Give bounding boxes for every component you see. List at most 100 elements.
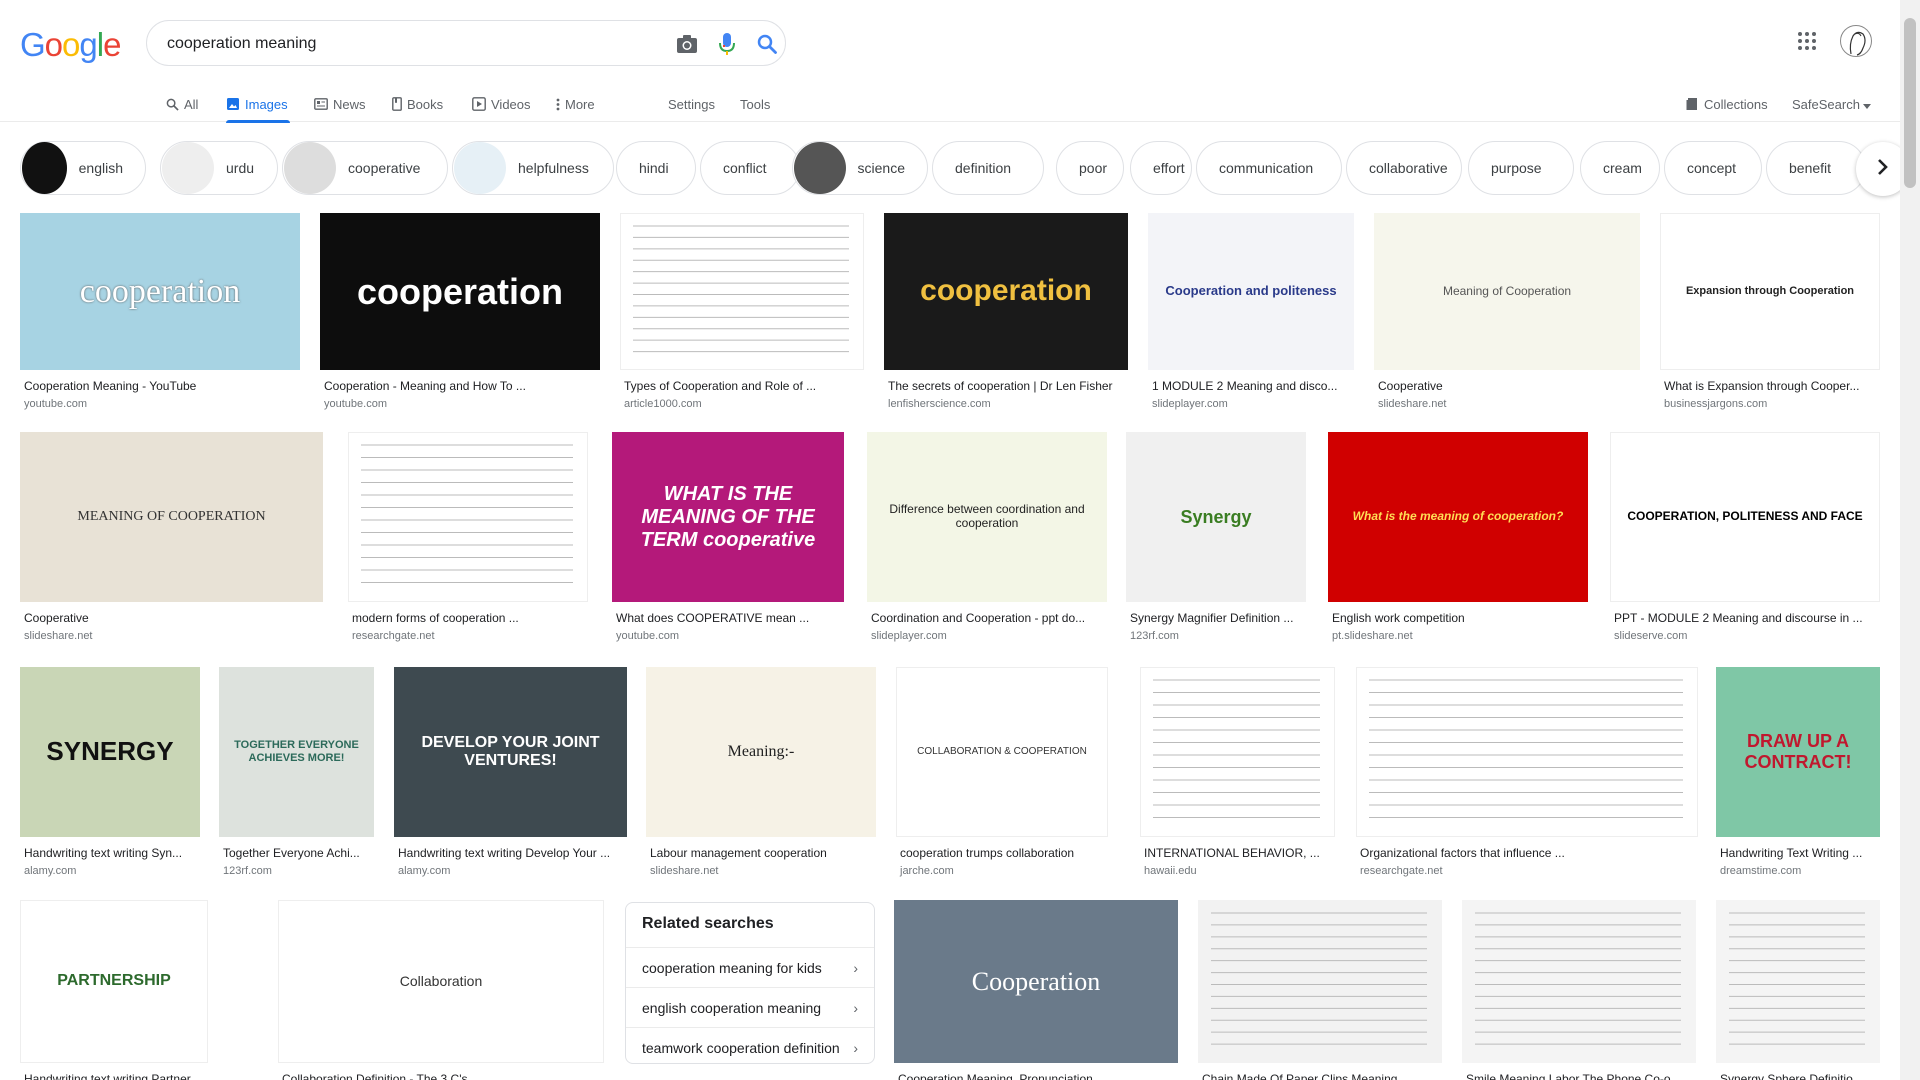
tab-more[interactable]: More <box>556 86 595 122</box>
tab-books[interactable]: Books <box>392 86 443 122</box>
result-title[interactable]: Handwriting text writing Develop Your ..… <box>398 846 625 860</box>
tab-images[interactable]: Images <box>226 86 290 123</box>
chip-collaborative[interactable]: collaborative <box>1346 141 1462 195</box>
chip-cream[interactable]: cream <box>1580 141 1660 195</box>
result-title[interactable]: Synergy Magnifier Definition ... <box>1130 611 1304 625</box>
image-result[interactable]: Organizational factors that influence ..… <box>1356 667 1698 889</box>
result-thumbnail[interactable] <box>620 213 864 370</box>
result-title[interactable]: Types of Cooperation and Role of ... <box>624 379 862 393</box>
collections-link[interactable]: Collections <box>1686 86 1768 122</box>
image-result[interactable]: INTERNATIONAL BEHAVIOR, ... hawaii.edu <box>1140 667 1335 889</box>
chip-communication[interactable]: communication <box>1196 141 1342 195</box>
result-thumbnail[interactable]: cooperation <box>20 213 300 370</box>
result-thumbnail[interactable]: DEVELOP YOUR JOINT VENTURES! <box>394 667 627 837</box>
result-title[interactable]: Coordination and Cooperation - ppt do... <box>871 611 1105 625</box>
image-result[interactable]: Meaning of Cooperation Cooperative slidesh… <box>1374 213 1640 422</box>
chip-cooperative[interactable]: cooperative <box>282 141 448 195</box>
result-title[interactable]: Handwriting text writing Partnership ... <box>24 1072 206 1080</box>
chip-poor[interactable]: poor <box>1056 141 1124 195</box>
image-result[interactable]: Types of Cooperation and Role of ... arti… <box>620 213 864 422</box>
search-input[interactable] <box>167 33 647 55</box>
image-result[interactable]: Cooperation and politeness 1 MODULE 2 Mea… <box>1148 213 1354 422</box>
camera-icon[interactable] <box>675 32 699 56</box>
result-title[interactable]: English work competition <box>1332 611 1586 625</box>
image-result[interactable]: Smile Meaning Labor The Phone Co-o... <box>1462 900 1696 1080</box>
chip-hindi[interactable]: hindi <box>616 141 696 195</box>
chip-benefit[interactable]: benefit <box>1766 141 1866 195</box>
image-result[interactable]: DRAW UP A CONTRACT! Handwriting Text Writ… <box>1716 667 1880 889</box>
result-title[interactable]: Cooperative <box>24 611 321 625</box>
image-result[interactable]: What is the meaning of cooperation? Engli… <box>1328 432 1588 654</box>
image-result[interactable]: SYNERGY Handwriting text writing Syn... al… <box>20 667 200 889</box>
result-title[interactable]: Smile Meaning Labor The Phone Co-o... <box>1466 1072 1694 1080</box>
scrollbar-thumb[interactable] <box>1904 18 1916 188</box>
result-title[interactable]: Together Everyone Achi... <box>223 846 372 860</box>
result-thumbnail[interactable]: SYNERGY <box>20 667 200 837</box>
result-title[interactable]: Labour management cooperation <box>650 846 874 860</box>
image-result[interactable]: DEVELOP YOUR JOINT VENTURES! Handwriting … <box>394 667 627 889</box>
result-title[interactable]: Handwriting text writing Syn... <box>24 846 198 860</box>
image-result[interactable]: WHAT IS THE MEANING OF THE TERM cooperat… <box>612 432 844 654</box>
result-thumbnail[interactable]: Cooperation <box>894 900 1178 1063</box>
result-thumbnail[interactable]: cooperation <box>884 213 1128 370</box>
result-thumbnail[interactable] <box>348 432 588 602</box>
chip-science[interactable]: science <box>792 141 928 195</box>
chip-urdu[interactable]: urdu <box>160 141 278 195</box>
image-result[interactable]: COOPERATION, POLITENESS AND FACE PPT - MO… <box>1610 432 1880 654</box>
result-thumbnail[interactable]: Cooperation and politeness <box>1148 213 1354 370</box>
related-item[interactable]: cooperation meaning for kids › <box>626 947 874 987</box>
chip-concept[interactable]: concept <box>1664 141 1762 195</box>
result-title[interactable]: modern forms of cooperation ... <box>352 611 586 625</box>
result-title[interactable]: Chain Made Of Paper Clips Meaning ... <box>1202 1072 1440 1080</box>
image-result[interactable]: Meaning:- Labour management cooperation sl… <box>646 667 876 889</box>
result-thumbnail[interactable]: COOPERATION, POLITENESS AND FACE <box>1610 432 1880 602</box>
tab-tools[interactable]: Tools <box>740 86 770 122</box>
result-title[interactable]: PPT - MODULE 2 Meaning and discourse in … <box>1614 611 1878 625</box>
result-thumbnail[interactable]: TOGETHER EVERYONE ACHIEVES MORE! <box>219 667 374 837</box>
image-result[interactable]: Synergy Sphere Definitio... <box>1716 900 1880 1080</box>
tab-videos[interactable]: Videos <box>472 86 531 122</box>
image-result[interactable]: Collaboration Collaboration Definition - … <box>278 900 604 1080</box>
chip-purpose[interactable]: purpose <box>1468 141 1574 195</box>
result-thumbnail[interactable]: COLLABORATION & COOPERATION <box>896 667 1108 837</box>
result-title[interactable]: Organizational factors that influence ..… <box>1360 846 1696 860</box>
result-title[interactable]: cooperation trumps collaboration <box>900 846 1106 860</box>
result-title[interactable]: Handwriting Text Writing ... <box>1720 846 1878 860</box>
microphone-icon[interactable] <box>715 32 739 56</box>
result-title[interactable]: Cooperation - Meaning and How To ... <box>324 379 598 393</box>
result-thumbnail[interactable]: Meaning of Cooperation <box>1374 213 1640 370</box>
google-logo[interactable]: Google <box>20 26 121 64</box>
tab-settings[interactable]: Settings <box>668 86 715 122</box>
result-thumbnail[interactable]: Difference between coordination and coop… <box>867 432 1107 602</box>
image-result[interactable]: cooperation Cooperation Meaning - YouTube… <box>20 213 300 422</box>
result-title[interactable]: INTERNATIONAL BEHAVIOR, ... <box>1144 846 1333 860</box>
result-thumbnail[interactable] <box>1140 667 1335 837</box>
image-result[interactable]: cooperation The secrets of cooperation | … <box>884 213 1128 422</box>
image-result[interactable]: Synergy Synergy Magnifier Definition ... 1… <box>1126 432 1306 654</box>
chip-helpfulness[interactable]: helpfulness <box>452 141 614 195</box>
image-result[interactable]: TOGETHER EVERYONE ACHIEVES MORE! Together… <box>219 667 374 889</box>
image-result[interactable]: cooperation Cooperation - Meaning and How… <box>320 213 600 422</box>
result-thumbnail[interactable] <box>1356 667 1698 837</box>
avatar[interactable] <box>1840 25 1872 57</box>
chip-definition[interactable]: definition <box>932 141 1044 195</box>
result-thumbnail[interactable]: PARTNERSHIP <box>20 900 208 1063</box>
result-thumbnail[interactable]: Synergy <box>1126 432 1306 602</box>
result-title[interactable]: Cooperation Meaning - YouTube <box>24 379 298 393</box>
result-title[interactable]: Synergy Sphere Definitio... <box>1720 1072 1878 1080</box>
search-icon[interactable] <box>755 32 779 56</box>
chip-english[interactable]: english <box>20 141 146 195</box>
result-thumbnail[interactable]: DRAW UP A CONTRACT! <box>1716 667 1880 837</box>
result-title[interactable]: 1 MODULE 2 Meaning and disco... <box>1152 379 1352 393</box>
chip-effort[interactable]: effort <box>1130 141 1192 195</box>
image-result[interactable]: MEANING OF COOPERATION Cooperative slidesh… <box>20 432 323 654</box>
chip-conflict[interactable]: conflict <box>700 141 800 195</box>
result-title[interactable]: Cooperative <box>1378 379 1638 393</box>
result-title[interactable]: The secrets of cooperation | Dr Len Fish… <box>888 379 1126 393</box>
result-thumbnail[interactable]: cooperation <box>320 213 600 370</box>
image-result[interactable]: COLLABORATION & COOPERATION cooperation t… <box>896 667 1108 889</box>
image-result[interactable]: PARTNERSHIP Handwriting text writing Part… <box>20 900 208 1080</box>
related-item[interactable]: english cooperation meaning › <box>626 987 874 1027</box>
image-result[interactable]: Chain Made Of Paper Clips Meaning ... <box>1198 900 1442 1080</box>
image-result[interactable]: Difference between coordination and coop… <box>867 432 1107 654</box>
